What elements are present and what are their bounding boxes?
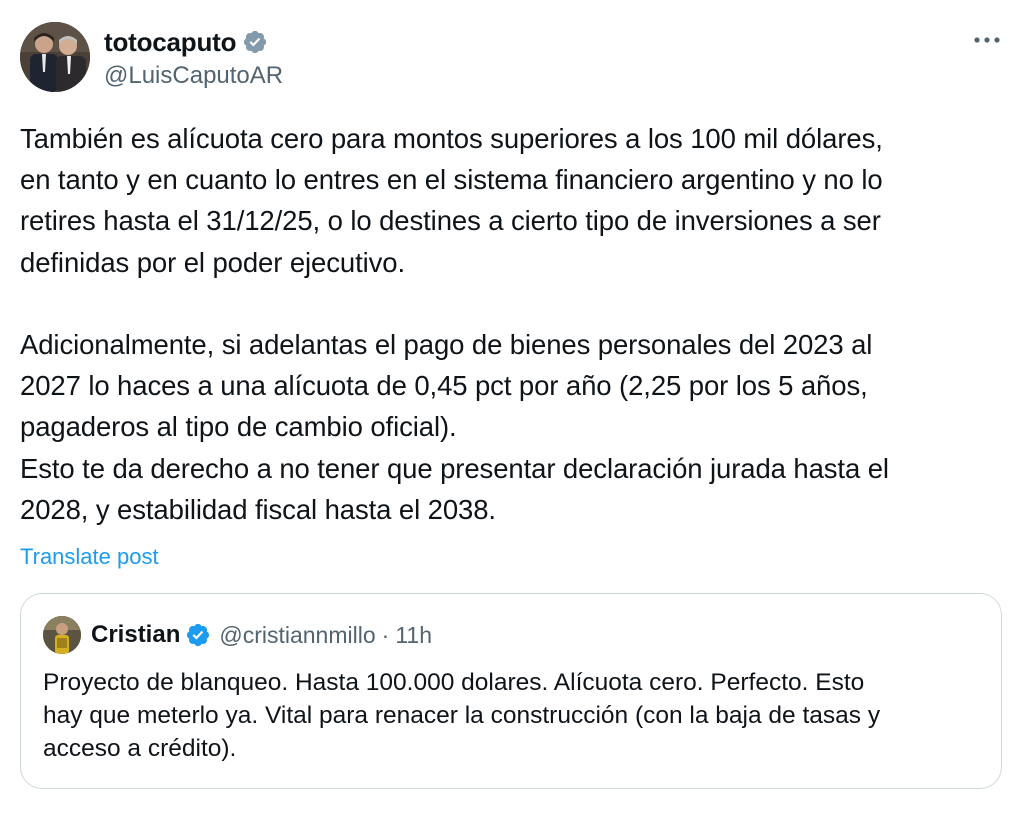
quoted-handle[interactable]: @cristiannmillo — [219, 622, 375, 649]
quoted-tweet-text: Proyecto de blanqueo. Hasta 100.000 dola… — [43, 669, 881, 762]
tweet-body-text: También es alícuota cero para montos sup… — [20, 123, 889, 525]
author-handle[interactable]: @LuisCaputoAR — [104, 62, 283, 90]
quoted-verified-badge-icon[interactable] — [185, 622, 211, 648]
quoted-display-name[interactable]: Cristian — [91, 621, 180, 649]
author-block: totocaputo @LuisCaputoAR — [104, 26, 283, 90]
quoted-separator: · — [381, 621, 390, 648]
ellipsis-icon[interactable] — [972, 28, 1002, 52]
translate-post-link[interactable]: Translate post — [20, 544, 159, 570]
quoted-header: Cristian @cristiannmillo · 11h — [91, 618, 432, 652]
quoted-tweet-card[interactable]: Cristian @cristiannmillo · 11h Proyecto … — [20, 593, 1002, 789]
quoted-timestamp[interactable]: 11h — [395, 622, 432, 649]
quoted-author-avatar[interactable] — [43, 616, 81, 654]
verified-badge-icon[interactable] — [242, 29, 268, 55]
author-avatar[interactable] — [20, 22, 90, 92]
author-display-name[interactable]: totocaputo — [104, 27, 237, 58]
author-name-row: totocaputo — [104, 26, 283, 58]
tweet: totocaputo @LuisCaputoAR También es alíc… — [0, 0, 1024, 817]
